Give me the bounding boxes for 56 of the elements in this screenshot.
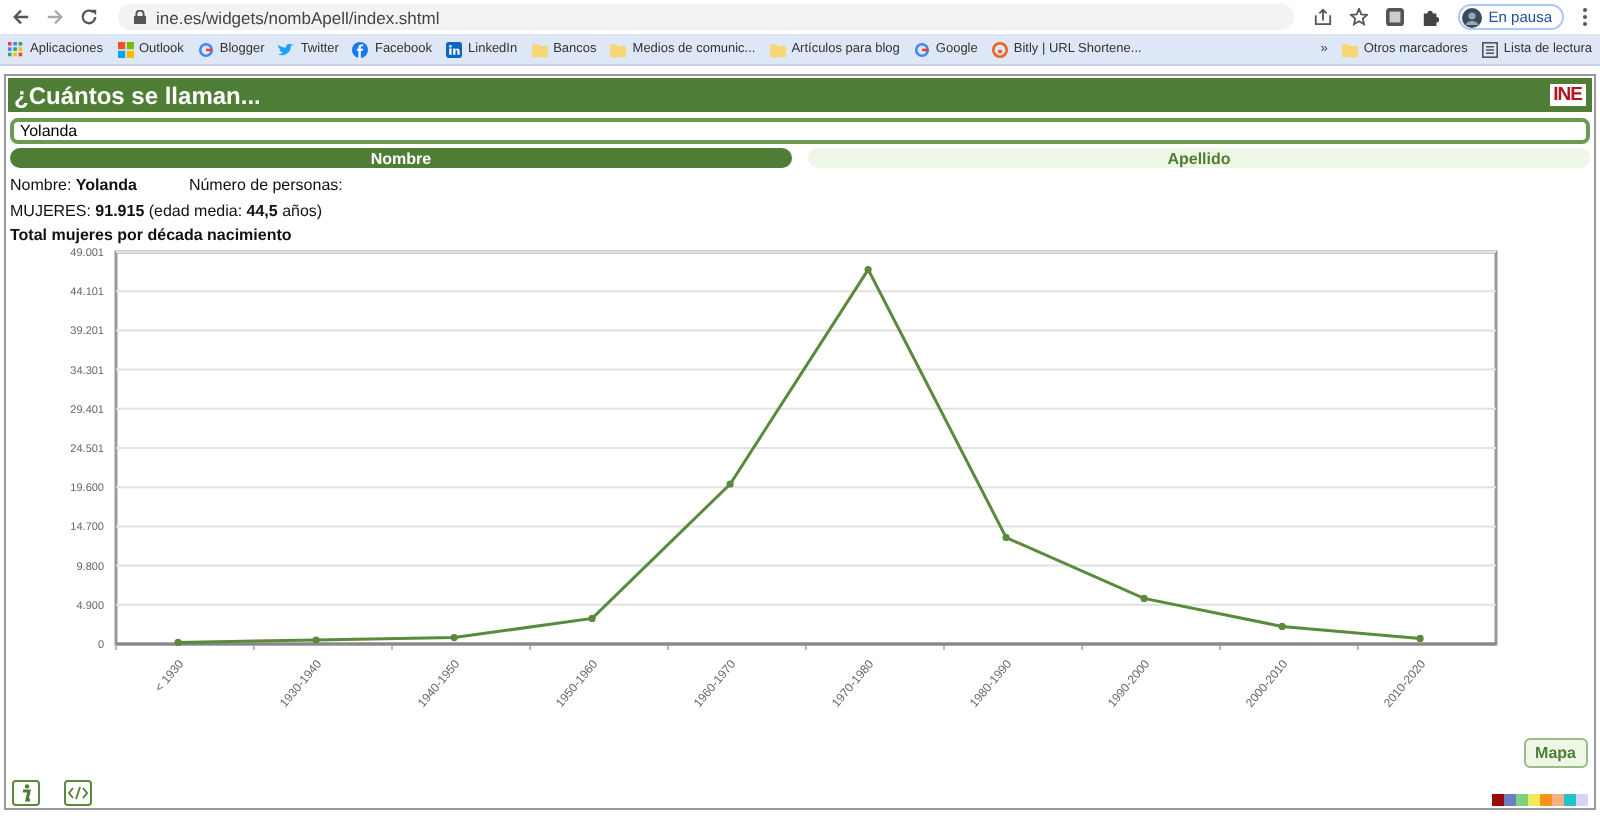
- ring-icon: [991, 41, 1008, 57]
- more-menu-icon[interactable]: [1582, 8, 1588, 26]
- color-swatch[interactable]: [1564, 794, 1576, 806]
- name-label: Nombre: Yolanda: [10, 175, 137, 193]
- apps-grid-icon: [8, 41, 24, 57]
- color-swatch[interactable]: [1552, 794, 1564, 806]
- share-icon[interactable]: [1314, 8, 1333, 26]
- folder-icon: [531, 41, 548, 57]
- data-point: [1416, 634, 1424, 642]
- tab[interactable]: Apellido: [808, 148, 1590, 168]
- data-point: [864, 266, 872, 274]
- ine-logo: INE: [1549, 84, 1586, 106]
- extension-square-icon[interactable]: [1386, 8, 1405, 26]
- g-letter-icon: [913, 41, 930, 57]
- code-brackets-icon: [68, 786, 88, 800]
- circle-f-icon: [352, 41, 369, 57]
- chart-title: Total mujeres por década nacimiento: [10, 226, 294, 244]
- url-text: ine.es/widgets/nombApell/index.shtml: [156, 7, 440, 27]
- data-point: [312, 636, 320, 644]
- folder-icon: [769, 41, 786, 57]
- color-swatch[interactable]: [1540, 794, 1552, 806]
- tiles-icon: [117, 41, 133, 57]
- color-swatch[interactable]: [1528, 794, 1540, 806]
- info-button[interactable]: [12, 780, 40, 806]
- data-point: [1140, 594, 1148, 602]
- data-point: [1278, 622, 1286, 630]
- map-button[interactable]: Mapa: [1523, 738, 1588, 768]
- name-search-field[interactable]: Yolanda: [10, 118, 1590, 144]
- count-label: Número de personas:: [188, 175, 343, 193]
- info-i-icon: [20, 784, 32, 802]
- address-bar[interactable]: ine.es/widgets/nombApell/index.shtml: [118, 4, 1295, 30]
- star-icon[interactable]: [1350, 8, 1369, 26]
- in-square-icon: [446, 41, 463, 57]
- color-swatch[interactable]: [1492, 794, 1504, 806]
- color-swatch[interactable]: [1576, 794, 1588, 806]
- data-point: [1002, 534, 1010, 542]
- data-point: [174, 638, 182, 646]
- widget-title: ¿Cuántos se llaman...: [14, 81, 261, 109]
- data-point: [588, 614, 596, 622]
- tab[interactable]: Nombre: [10, 148, 792, 168]
- embed-code-button[interactable]: [64, 780, 92, 806]
- stats-text: MUJERES: 91.915 (edad media: 44,5 años): [10, 201, 323, 219]
- folder-icon: [610, 41, 627, 57]
- color-swatch[interactable]: [1516, 794, 1528, 806]
- data-point: [450, 634, 458, 642]
- lock-icon: [134, 10, 146, 24]
- back-arrow-icon[interactable]: [12, 8, 30, 26]
- reload-icon[interactable]: [80, 8, 98, 26]
- data-point: [726, 480, 734, 488]
- g-letter-icon: [197, 41, 214, 57]
- color-swatch[interactable]: [1504, 794, 1516, 806]
- puzzle-icon[interactable]: [1422, 8, 1441, 26]
- folder-icon: [1341, 41, 1358, 57]
- avatar-icon: [1462, 7, 1483, 27]
- bird-icon: [278, 41, 295, 57]
- list-icon: [1481, 41, 1498, 57]
